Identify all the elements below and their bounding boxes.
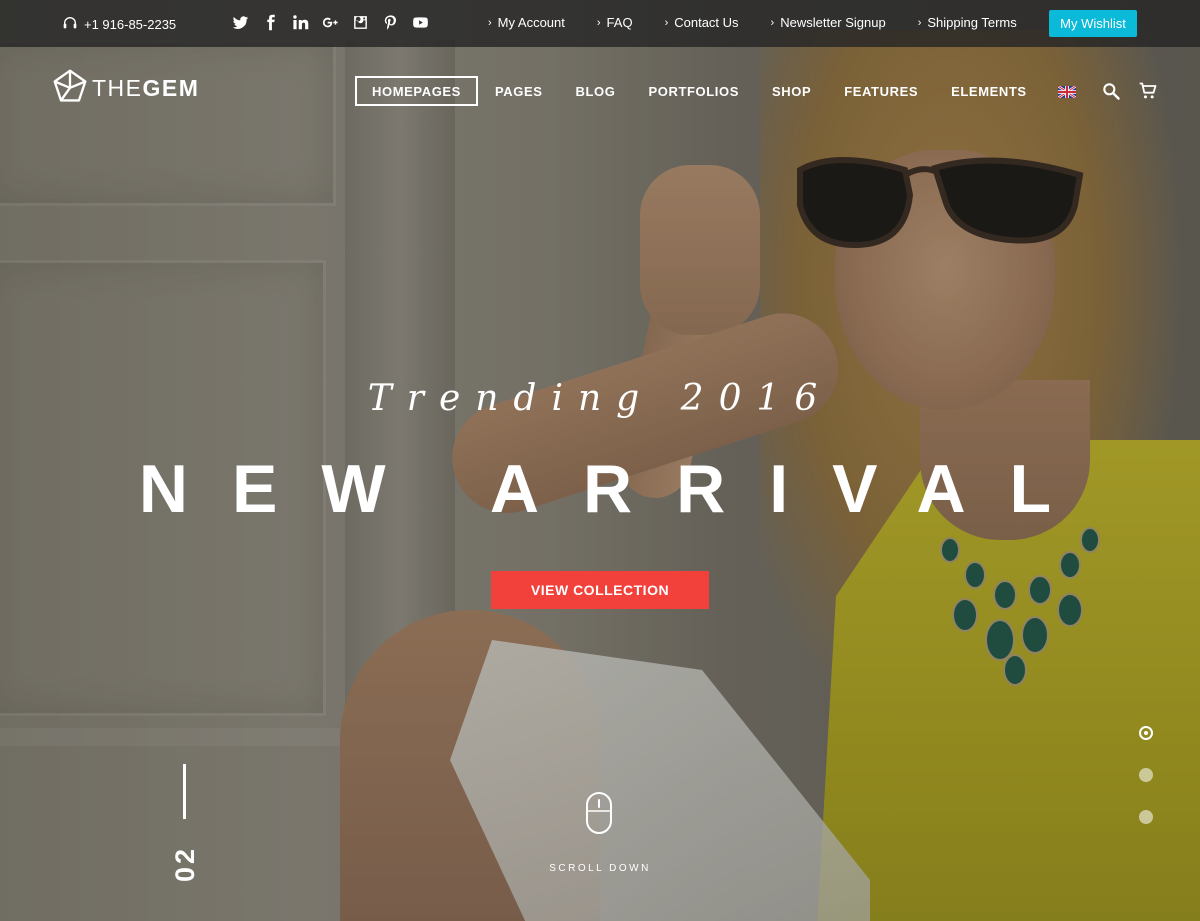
phone-number: +1 916-85-2235	[84, 17, 177, 32]
chevron-right-icon: ›	[917, 16, 922, 29]
hero-headline: NEW ARRIVAL	[138, 451, 1096, 527]
slider-dot-1[interactable]	[1139, 726, 1153, 740]
faq-link[interactable]: › FAQ	[597, 15, 633, 30]
scroll-down-label[interactable]: SCROLL DOWN	[0, 863, 1200, 874]
youtube-icon[interactable]	[412, 14, 429, 31]
slider-dot-2[interactable]	[1139, 768, 1153, 782]
top-bar: +1 916-85-2235 › My Account › FAQ › Contact…	[0, 0, 1200, 47]
linkedin-icon[interactable]	[292, 14, 309, 31]
wishlist-button[interactable]: My Wishlist	[1049, 10, 1137, 37]
facebook-icon[interactable]	[262, 14, 279, 31]
nav-item-homepages[interactable]: HOMEPAGES	[355, 76, 478, 106]
social-links	[232, 14, 429, 31]
site-logo[interactable]: THEGEM	[52, 68, 199, 109]
search-icon[interactable]	[1101, 81, 1121, 101]
slider-dot-3[interactable]	[1139, 810, 1153, 824]
slider-dots	[1136, 726, 1156, 852]
hero-tagline: Trending 2016	[367, 378, 833, 419]
cart-icon[interactable]	[1138, 81, 1158, 101]
nav-item-shop[interactable]: SHOP	[772, 78, 811, 104]
my-account-link[interactable]: › My Account	[488, 15, 565, 30]
chevron-right-icon: ›	[596, 16, 601, 29]
mouse-scroll-icon[interactable]	[585, 791, 613, 835]
shipping-terms-link[interactable]: › Shipping Terms	[918, 15, 1017, 30]
contact-us-link[interactable]: › Contact Us	[665, 15, 739, 30]
logo-text: THEGEM	[92, 75, 200, 101]
gem-logo-icon	[52, 68, 88, 109]
top-links: › My Account › FAQ › Contact Us › Newsletter…	[488, 15, 1017, 30]
main-nav: HOMEPAGES PAGES BLOG PORTFOLIOS SHOP FEA…	[355, 76, 1175, 106]
googleplus-icon[interactable]	[322, 14, 339, 31]
twitter-icon[interactable]	[232, 14, 249, 31]
instagram-icon[interactable]	[352, 14, 369, 31]
nav-item-pages[interactable]: PAGES	[495, 78, 543, 104]
chevron-right-icon: ›	[770, 16, 775, 29]
nav-item-features[interactable]: FEATURES	[844, 78, 918, 104]
nav-item-portfolios[interactable]: PORTFOLIOS	[648, 78, 739, 104]
pinterest-icon[interactable]	[382, 14, 399, 31]
uk-flag-icon[interactable]	[1057, 85, 1077, 99]
nav-item-blog[interactable]: BLOG	[576, 78, 616, 104]
view-collection-button[interactable]: VIEW COLLECTION	[491, 571, 709, 609]
newsletter-signup-link[interactable]: › Newsletter Signup	[771, 15, 886, 30]
slide-indicator-line	[183, 764, 186, 819]
phone-contact[interactable]: +1 916-85-2235	[62, 15, 176, 34]
chevron-right-icon: ›	[664, 16, 669, 29]
headset-icon	[62, 15, 78, 34]
nav-item-elements[interactable]: ELEMENTS	[951, 78, 1027, 104]
chevron-right-icon: ›	[488, 16, 492, 29]
